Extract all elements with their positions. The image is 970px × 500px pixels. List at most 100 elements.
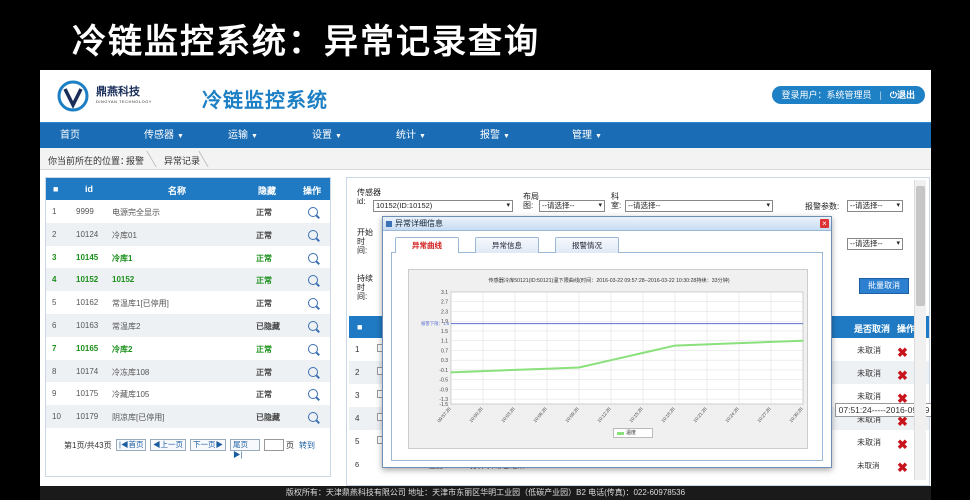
dialog-title-bar[interactable]: 异常详细信息 × (383, 217, 831, 231)
table-row[interactable]: 5 10162 常温库1[已停用] 正常 (46, 291, 330, 314)
alarm-param-select[interactable]: --请选择-- (847, 200, 903, 212)
x-tick-label: 09:57:28 (436, 406, 452, 423)
first-page-button[interactable]: |◀首页 (116, 439, 147, 451)
chevron-down-icon: ▼ (177, 133, 184, 140)
cancel-status: 未取消 (857, 346, 881, 355)
chevron-down-icon: ▼ (335, 133, 342, 140)
row-number: 5 (52, 298, 57, 308)
y-tick-label: 2.3 (441, 309, 448, 315)
nav-item-2[interactable]: 运输 ▼ (228, 123, 258, 149)
hidden-status: 正常 (256, 253, 272, 263)
chevron-down-icon: ▼ (251, 133, 258, 140)
breadcrumb: 你当前所在的位置： 报警 异常记录 (40, 148, 931, 170)
search-icon[interactable] (308, 366, 318, 377)
delete-icon[interactable]: ✖ (897, 460, 908, 476)
room-select[interactable]: --请选择-- (625, 200, 773, 212)
x-tick-label: 10:24:28 (724, 406, 740, 423)
col-select[interactable]: ■ (53, 184, 58, 194)
col-name: 名称 (168, 186, 187, 196)
table-row[interactable]: 9 10175 冷藏库105 正常 (46, 382, 330, 405)
row-number: 7 (52, 343, 57, 353)
logo-icon (57, 80, 89, 112)
chevron-down-icon: ▼ (503, 133, 510, 140)
prev-page-button[interactable]: ◀上一页 (150, 439, 186, 451)
table-row[interactable]: 6 10163 常温库2 已隐藏 (46, 314, 330, 337)
nav-label: 运输 (228, 130, 248, 141)
page-suffix: 页 (286, 441, 294, 450)
table-row[interactable]: 1 9999 电源完全显示 正常 (46, 200, 330, 223)
nav-item-0[interactable]: 首页 (60, 123, 80, 149)
x-tick-label: 10:21:28 (692, 406, 708, 423)
series-point (706, 343, 708, 346)
x-tick-label: 10:09:28 (564, 406, 580, 423)
x-tick-label: 10:27:28 (756, 406, 772, 423)
delete-icon[interactable]: ✖ (897, 345, 908, 361)
table-row[interactable]: 3 10145 冷库1 正常 (46, 246, 330, 269)
nav-label: 传感器 (144, 130, 174, 141)
sensor-id: 10162 (76, 298, 99, 308)
sensor-name: 冷库01 (112, 230, 137, 240)
hidden-status: 正常 (256, 276, 272, 286)
sensor-name: 常温库2 (112, 322, 141, 331)
logout-button[interactable]: ⏻退出 (890, 86, 915, 104)
table-row[interactable]: 10 10179 阴凉库[已停用] 已隐藏 (46, 405, 330, 428)
series-point (738, 342, 740, 344)
series-point (482, 370, 484, 372)
table-row[interactable]: 4 10152 10152 正常 (46, 268, 330, 292)
y-tick-label: -0.1 (439, 368, 448, 374)
nav-item-6[interactable]: 管理 ▼ (572, 123, 602, 149)
scrollbar[interactable] (914, 180, 926, 480)
table-row[interactable]: 8 10174 冷冻库108 正常 (46, 359, 330, 383)
search-icon[interactable] (308, 229, 318, 240)
nav-item-5[interactable]: 报警 ▼ (480, 123, 510, 149)
table-row[interactable]: 7 10165 冷库2 正常 (46, 337, 330, 360)
tab-info[interactable]: 异常信息 (475, 237, 539, 253)
x-tick-label: 10:12:28 (596, 406, 612, 423)
y-tick-label: 0.3 (441, 358, 448, 364)
search-icon[interactable] (308, 298, 318, 309)
search-icon[interactable] (308, 207, 318, 217)
nav-item-3[interactable]: 设置 ▼ (312, 123, 342, 149)
search-icon[interactable] (308, 389, 318, 400)
go-button[interactable]: 转到 (299, 440, 315, 451)
page-info: 第1页/共43页 (64, 441, 112, 450)
batch-cancel-button[interactable]: 批量取消 (859, 278, 909, 294)
scrollbar-thumb[interactable] (916, 186, 925, 306)
delete-icon[interactable]: ✖ (897, 368, 908, 384)
table-row[interactable]: 2 10124 冷库01 正常 (46, 222, 330, 246)
alarm-curve-chart: 传感器冷库50121(ID:50121)温下限曲线(时间：2016-03-22 … (408, 269, 808, 449)
last-page-button[interactable]: 尾页▶| (230, 439, 260, 459)
sensor-select[interactable]: 10152(ID:10152) (373, 200, 513, 212)
col-select[interactable]: ■ (357, 322, 362, 332)
search-icon[interactable] (308, 343, 318, 354)
tab-alarms[interactable]: 报警情况 (555, 237, 619, 253)
row-number: 10 (52, 412, 61, 422)
search-icon[interactable] (308, 252, 318, 263)
legend-label: 温度 (626, 430, 637, 436)
search-icon[interactable] (308, 275, 318, 286)
sensor-id: 10179 (76, 412, 99, 422)
logout-label: 退出 (896, 90, 915, 100)
delete-icon[interactable]: ✖ (897, 437, 908, 453)
series-point (610, 359, 612, 361)
hidden-status: 正常 (256, 390, 272, 400)
sensor-name: 冷冻库108 (112, 367, 150, 377)
nav-item-1[interactable]: 传感器 ▼ (144, 123, 184, 149)
hidden-status: 已隐藏 (256, 322, 280, 331)
search-icon[interactable] (308, 412, 318, 423)
next-page-button[interactable]: 下一页▶ (190, 439, 226, 451)
sensor-id: 10175 (76, 389, 99, 399)
tab-curve[interactable]: 异常曲线 (395, 237, 459, 254)
col-cancelled: 是否取消 (854, 324, 891, 334)
layout-select[interactable]: --请选择-- (539, 200, 605, 212)
chart-legend[interactable]: 温度 (613, 428, 653, 438)
second-select[interactable]: --请选择-- (847, 238, 903, 250)
page-input[interactable] (264, 439, 284, 451)
nav-item-4[interactable]: 统计 ▼ (396, 123, 426, 149)
footer: 版权所有：天津鼎燕科技有限公司 地址：天津市东丽区华明工业园（低碳产业园）B2 … (40, 486, 931, 500)
close-icon[interactable]: × (820, 219, 829, 228)
row-number: 9 (52, 389, 57, 399)
sensor-name: 冷库2 (112, 344, 133, 354)
search-icon[interactable] (308, 321, 318, 331)
slide-title: 冷链监控系统：异常记录查询 (72, 22, 540, 62)
